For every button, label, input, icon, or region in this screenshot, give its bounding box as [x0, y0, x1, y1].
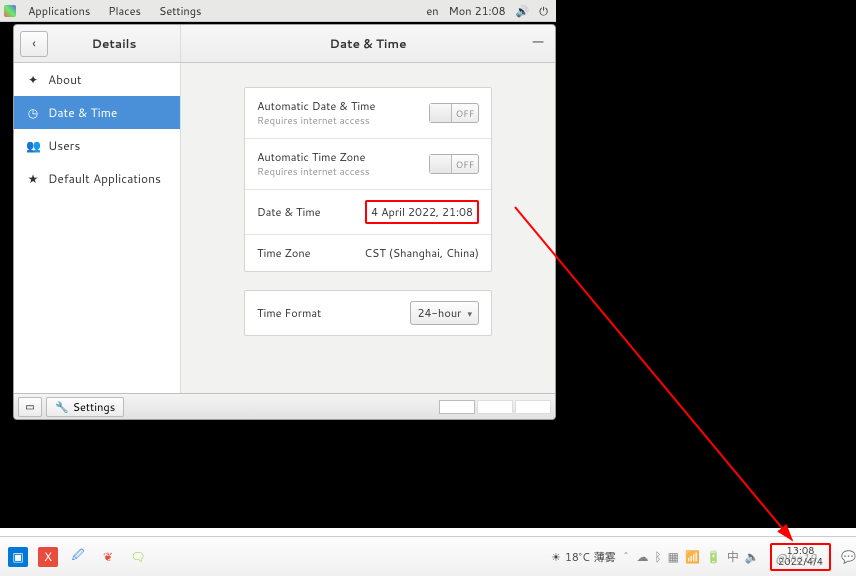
clock-icon: ◷: [26, 104, 40, 121]
gnome-topbar: Applications Places Settings en Mon 21:0…: [0, 0, 556, 22]
clock-label[interactable]: Mon 21:08: [449, 3, 506, 19]
date-time-card: Automatic Date & Time Requires internet …: [244, 87, 492, 272]
host-gap: [0, 528, 856, 536]
weather-temp: 18°C: [565, 549, 590, 565]
onedrive-icon[interactable]: ☁: [636, 548, 648, 565]
menu-settings[interactable]: Settings: [151, 0, 209, 22]
wifi-icon[interactable]: 📶: [685, 548, 700, 565]
row-auto-time-zone[interactable]: Automatic Time Zone Requires internet ac…: [245, 139, 491, 190]
time-format-card: Time Format 24-hour: [244, 290, 492, 336]
sidebar-item-label: About: [48, 71, 82, 88]
switch-knob: [430, 155, 452, 173]
row-label: Date & Time: [257, 204, 365, 220]
row-auto-date-time[interactable]: Automatic Date & Time Requires internet …: [245, 88, 491, 139]
wrench-icon: 🔧: [55, 399, 69, 415]
switch-state: OFF: [452, 158, 478, 171]
right-pane-title: Date & Time: [181, 35, 555, 52]
system-tray: ^ ☁ ᛒ ▦ 📶 🔋 中 🔈 @lhg19 13:08 2022/4/4 💬: [622, 543, 856, 571]
sidebar-item-date-time[interactable]: ◷ Date & Time: [14, 96, 180, 129]
date-time-panel: Automatic Date & Time Requires internet …: [181, 63, 555, 393]
auto-time-zone-switch[interactable]: OFF: [429, 154, 479, 174]
workspace-indicator[interactable]: [515, 400, 551, 414]
date-time-value: 4 April 2022, 21:08: [365, 200, 479, 224]
chevron-up-icon[interactable]: ^: [622, 548, 631, 565]
xshell-icon[interactable]: X: [38, 547, 58, 567]
row-label: Automatic Date & Time: [257, 98, 429, 114]
gnome-window-list-panel: ▭ 🔧 Settings: [14, 393, 555, 419]
battery-icon[interactable]: 🔋: [706, 548, 721, 565]
app-icon[interactable]: 🖉: [68, 547, 88, 567]
tray-icon[interactable]: ▦: [668, 548, 679, 565]
sidebar-item-users[interactable]: 👥 Users: [14, 129, 180, 162]
switch-state: OFF: [452, 107, 478, 120]
settings-window: ‹ Details Date & Time — ✦ About ◷ Date &…: [13, 24, 556, 420]
switch-knob: [430, 104, 452, 122]
volume-icon[interactable]: 🔊: [516, 3, 530, 19]
sidebar-item-about[interactable]: ✦ About: [14, 63, 180, 96]
watermark-text: @lhg19: [775, 550, 816, 566]
ime-icon[interactable]: 中: [727, 548, 739, 565]
app-icon[interactable]: ❦: [98, 547, 118, 567]
sidebar-item-label: Default Applications: [48, 170, 161, 187]
time-format-dropdown[interactable]: 24-hour: [410, 301, 479, 325]
row-time-zone[interactable]: Time Zone CST (Shanghai, China): [245, 235, 491, 271]
distro-logo-icon: [4, 5, 16, 17]
workspace-indicator[interactable]: [439, 400, 475, 414]
app-icon[interactable]: 🗨: [128, 547, 148, 567]
row-date-time[interactable]: Date & Time 4 April 2022, 21:08: [245, 190, 491, 235]
about-icon: ✦: [26, 71, 40, 88]
row-sublabel: Requires internet access: [257, 165, 429, 179]
weather-widget[interactable]: ☀ 18°C 薄雾: [551, 549, 622, 565]
row-label: Time Format: [257, 305, 410, 321]
menu-applications[interactable]: Applications: [20, 0, 98, 22]
vmware-icon[interactable]: ▣: [8, 547, 28, 567]
row-time-format: Time Format 24-hour: [245, 291, 491, 335]
sidebar-item-label: Users: [48, 137, 80, 154]
sidebar-item-label: Date & Time: [48, 104, 117, 121]
row-sublabel: Requires internet access: [257, 114, 429, 128]
window-titlebar: ‹ Details Date & Time —: [14, 25, 555, 63]
dropdown-value: 24-hour: [417, 305, 461, 321]
star-icon: ★: [26, 170, 40, 187]
notification-icon[interactable]: 💬: [841, 548, 856, 565]
sun-icon: ☀: [551, 549, 561, 565]
details-sidebar: ✦ About ◷ Date & Time 👥 Users ★ Default …: [14, 63, 181, 393]
left-pane-title: Details: [48, 35, 180, 52]
power-icon[interactable]: ⏻: [539, 3, 548, 19]
bluetooth-icon[interactable]: ᛒ: [654, 548, 661, 565]
show-desktop-button[interactable]: ▭: [18, 397, 42, 417]
minimize-button[interactable]: —: [527, 31, 549, 53]
volume-icon[interactable]: 🔈: [745, 548, 760, 565]
auto-date-time-switch[interactable]: OFF: [429, 103, 479, 123]
time-zone-value: CST (Shanghai, China): [364, 245, 479, 261]
menu-places[interactable]: Places: [100, 0, 149, 22]
host-taskbar: ▣ X 🖉 ❦ 🗨 ☀ 18°C 薄雾 ^ ☁ ᛒ ▦ 📶 🔋 中 🔈 @lhg…: [0, 536, 856, 576]
weather-condition: 薄雾: [594, 549, 616, 565]
row-label: Time Zone: [257, 245, 364, 261]
taskbar-app-label: Settings: [73, 399, 115, 415]
workspace-indicator[interactable]: [477, 400, 513, 414]
input-language-indicator[interactable]: en: [426, 3, 438, 19]
row-label: Automatic Time Zone: [257, 149, 429, 165]
taskbar-app-settings[interactable]: 🔧 Settings: [46, 397, 124, 417]
back-button[interactable]: ‹: [20, 31, 48, 57]
sidebar-item-default-apps[interactable]: ★ Default Applications: [14, 162, 180, 195]
users-icon: 👥: [26, 137, 40, 154]
